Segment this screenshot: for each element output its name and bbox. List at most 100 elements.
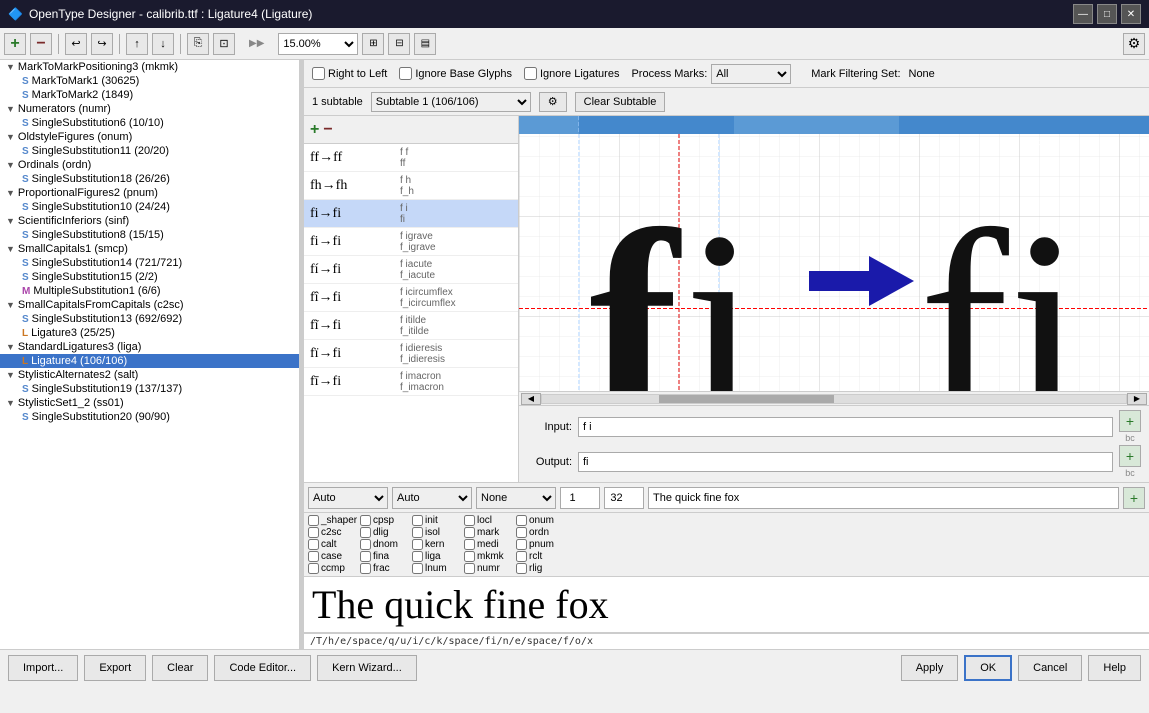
tree-item[interactable]: SSingleSubstitution18 (26/26) bbox=[0, 172, 299, 186]
feature-checkbox[interactable] bbox=[360, 539, 371, 550]
help-button[interactable]: Help bbox=[1088, 655, 1141, 681]
feature-checkbox-label[interactable]: _shaper bbox=[308, 515, 358, 526]
list-item[interactable]: fí→fif iacutef_iacute bbox=[304, 256, 518, 284]
feature-checkbox-label[interactable]: onum bbox=[516, 515, 566, 526]
tree-item[interactable]: ▼StandardLigatures3 (liga) bbox=[0, 340, 299, 354]
feature-checkbox[interactable] bbox=[464, 539, 475, 550]
feature-checkbox-label[interactable]: calt bbox=[308, 539, 358, 550]
add-glyph-button-1[interactable]: + bbox=[1119, 410, 1141, 432]
tree-item[interactable]: ▼StylisticAlternates2 (salt) bbox=[0, 368, 299, 382]
tree-item[interactable]: ▼SmallCapitalsFromCapitals (c2sc) bbox=[0, 298, 299, 312]
feature-checkbox-label[interactable]: fina bbox=[360, 551, 410, 562]
cancel-button[interactable]: Cancel bbox=[1018, 655, 1082, 681]
tree-item[interactable]: LLigature3 (25/25) bbox=[0, 326, 299, 340]
feature-checkbox[interactable] bbox=[516, 539, 527, 550]
feature-checkbox-label[interactable]: rlig bbox=[516, 563, 566, 574]
add-glyph-button-2[interactable]: + bbox=[1119, 445, 1141, 467]
add-button[interactable]: + bbox=[4, 33, 26, 55]
feature-checkbox-label[interactable]: init bbox=[412, 515, 462, 526]
tree-item[interactable]: SSingleSubstitution20 (90/90) bbox=[0, 410, 299, 424]
feature-checkbox-label[interactable]: ccmp bbox=[308, 563, 358, 574]
add-preview-button[interactable]: + bbox=[1123, 487, 1145, 509]
feature-checkbox[interactable] bbox=[360, 515, 371, 526]
feature-checkbox[interactable] bbox=[308, 539, 319, 550]
feature-checkbox[interactable] bbox=[412, 563, 423, 574]
feature-checkbox[interactable] bbox=[464, 527, 475, 538]
feature-checkbox-label[interactable]: rclt bbox=[516, 551, 566, 562]
feature-checkbox-label[interactable]: mark bbox=[464, 527, 514, 538]
script-select[interactable]: None bbox=[476, 487, 556, 509]
tree-item[interactable]: SSingleSubstitution10 (24/24) bbox=[0, 200, 299, 214]
list-item[interactable]: fi→fif igravef_igrave bbox=[304, 228, 518, 256]
feature-checkbox[interactable] bbox=[516, 551, 527, 562]
right-to-left-check[interactable]: Right to Left bbox=[312, 67, 387, 80]
glyph-canvas[interactable]: f i fi 648 503 1135 bbox=[519, 116, 1149, 391]
feature-checkbox-label[interactable]: kern bbox=[412, 539, 462, 550]
feature-checkbox-label[interactable]: dnom bbox=[360, 539, 410, 550]
import-button[interactable]: Import... bbox=[8, 655, 78, 681]
minimize-button[interactable]: — bbox=[1073, 4, 1093, 24]
feature-checkbox[interactable] bbox=[412, 539, 423, 550]
list-item[interactable]: fï→fif idieresisf_idieresis bbox=[304, 340, 518, 368]
preview-text-input[interactable] bbox=[648, 487, 1119, 509]
delete-ligature-button[interactable]: − bbox=[323, 121, 332, 139]
tree-item[interactable]: ▼Ordinals (ordn) bbox=[0, 158, 299, 172]
feature-checkbox[interactable] bbox=[308, 551, 319, 562]
zoom-fit-button[interactable]: ⊞ bbox=[362, 33, 384, 55]
tree-item[interactable]: ▼ScientificInferiors (sinf) bbox=[0, 214, 299, 228]
feature-checkbox[interactable] bbox=[412, 551, 423, 562]
apply-button[interactable]: Apply bbox=[901, 655, 959, 681]
feature-checkbox[interactable] bbox=[308, 563, 319, 574]
tree-item[interactable]: MMultipleSubstitution1 (6/6) bbox=[0, 284, 299, 298]
list-item[interactable]: fi→fif ifi bbox=[304, 200, 518, 228]
list-item[interactable]: fĩ→fif itildef_itilde bbox=[304, 312, 518, 340]
remove-button[interactable]: − bbox=[30, 33, 52, 55]
rtl-checkbox[interactable] bbox=[312, 67, 325, 80]
tree-item[interactable]: ▼OldstyleFigures (onum) bbox=[0, 130, 299, 144]
feature-checkbox-label[interactable]: liga bbox=[412, 551, 462, 562]
output-field[interactable] bbox=[578, 452, 1113, 472]
feature-checkbox-label[interactable]: medi bbox=[464, 539, 514, 550]
feature-checkbox[interactable] bbox=[308, 515, 319, 526]
list-item[interactable]: ff→fff fff bbox=[304, 144, 518, 172]
feature-checkbox[interactable] bbox=[360, 563, 371, 574]
feature-checkbox[interactable] bbox=[308, 527, 319, 538]
down-button[interactable]: ↓ bbox=[152, 33, 174, 55]
feature-checkbox-label[interactable]: case bbox=[308, 551, 358, 562]
feature-checkbox-label[interactable]: dlig bbox=[360, 527, 410, 538]
ignore-base-checkbox[interactable] bbox=[399, 67, 412, 80]
undo-button[interactable]: ↩ bbox=[65, 33, 87, 55]
tree-item[interactable]: ▼SmallCapitals1 (smcp) bbox=[0, 242, 299, 256]
feature-checkbox[interactable] bbox=[516, 515, 527, 526]
tree-item[interactable]: SSingleSubstitution14 (721/721) bbox=[0, 256, 299, 270]
feature-checkbox[interactable] bbox=[464, 515, 475, 526]
tree-item[interactable]: SSingleSubstitution11 (20/20) bbox=[0, 144, 299, 158]
feature-checkbox-label[interactable]: frac bbox=[360, 563, 410, 574]
scroll-left-button[interactable]: ◀ bbox=[521, 393, 541, 405]
feature-checkbox[interactable] bbox=[516, 527, 527, 538]
close-button[interactable]: ✕ bbox=[1121, 4, 1141, 24]
tree-item[interactable]: ▼StylisticSet1_2 (ss01) bbox=[0, 396, 299, 410]
list-item[interactable]: fh→fhf hf_h bbox=[304, 172, 518, 200]
copy-button[interactable]: ⎘ bbox=[187, 33, 209, 55]
feature-checkbox-label[interactable]: mkmk bbox=[464, 551, 514, 562]
list-item[interactable]: fī→fif imacronf_imacron bbox=[304, 368, 518, 396]
scroll-track-h[interactable] bbox=[541, 394, 1127, 404]
feature-checkbox-label[interactable]: numr bbox=[464, 563, 514, 574]
horizontal-scrollbar[interactable]: ◀ ▶ bbox=[519, 391, 1149, 405]
tree-item[interactable]: SMarkToMark2 (1849) bbox=[0, 88, 299, 102]
ignore-ligatures-check[interactable]: Ignore Ligatures bbox=[524, 67, 620, 80]
zoom-select[interactable]: 15.00% 25.00% 50.00% bbox=[278, 33, 358, 55]
feature-checkbox-label[interactable]: pnum bbox=[516, 539, 566, 550]
feature-checkbox-label[interactable]: locl bbox=[464, 515, 514, 526]
zoom-layout-button[interactable]: ▤ bbox=[414, 33, 436, 55]
tree-item[interactable]: SSingleSubstitution13 (692/692) bbox=[0, 312, 299, 326]
ignore-lig-checkbox[interactable] bbox=[524, 67, 537, 80]
zoom-grid-button[interactable]: ⊟ bbox=[388, 33, 410, 55]
tree-item[interactable]: LLigature4 (106/106) bbox=[0, 354, 299, 368]
maximize-button[interactable]: □ bbox=[1097, 4, 1117, 24]
kern-wizard-button[interactable]: Kern Wizard... bbox=[317, 655, 417, 681]
feature-checkbox[interactable] bbox=[464, 551, 475, 562]
ok-button[interactable]: OK bbox=[964, 655, 1012, 681]
scroll-thumb-h[interactable] bbox=[659, 395, 834, 403]
